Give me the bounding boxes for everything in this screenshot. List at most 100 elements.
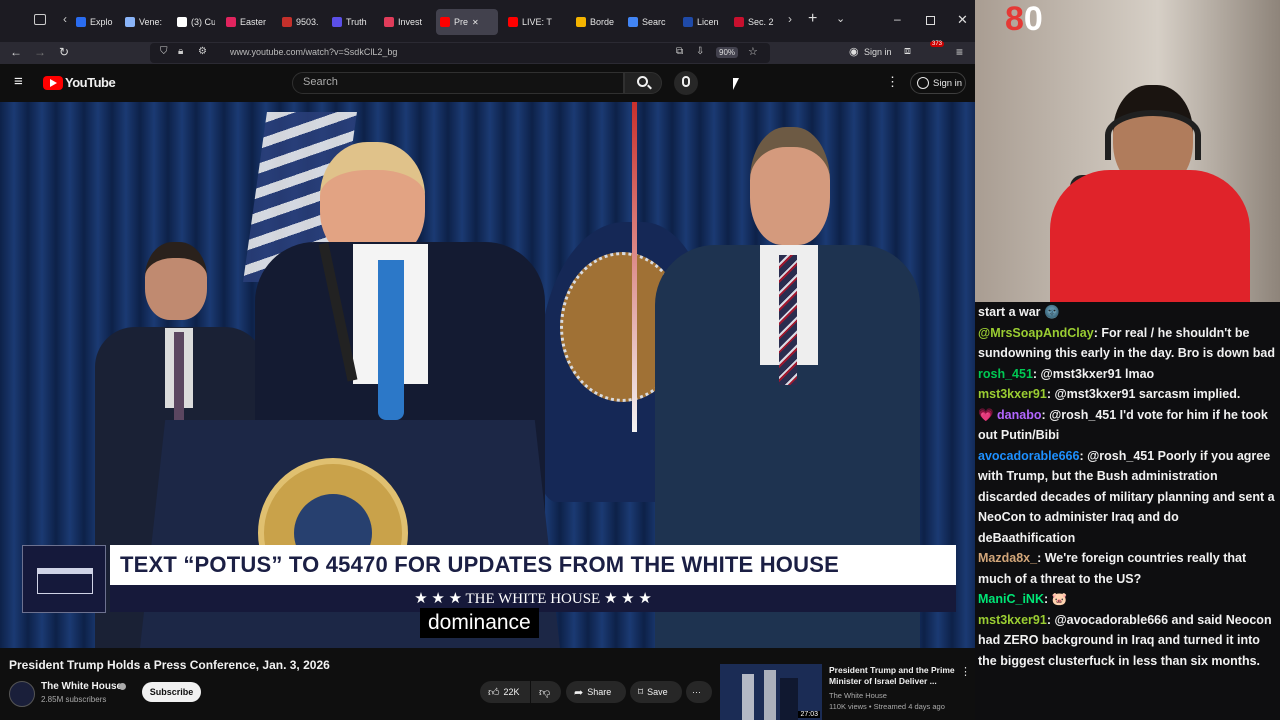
- browser-tab[interactable]: Truth: [328, 9, 374, 35]
- tab-favicon-icon: [384, 17, 394, 27]
- account-icon[interactable]: ◉: [849, 45, 859, 58]
- share-button[interactable]: ➦ Share: [566, 681, 626, 703]
- tab-favicon-icon: [628, 17, 638, 27]
- user-circle-icon: [917, 77, 929, 89]
- search-input[interactable]: Search: [292, 72, 624, 94]
- download-icon[interactable]: ⇩: [696, 46, 704, 57]
- video-title: President Trump Holds a Press Conference…: [9, 658, 330, 672]
- channel-avatar[interactable]: [9, 681, 35, 707]
- youtube-signin-button[interactable]: Sign in: [910, 72, 966, 94]
- chat-username[interactable]: Mazda8x_: [978, 551, 1037, 565]
- new-tab-icon[interactable]: +: [808, 10, 817, 28]
- tab-label: Explo: [90, 17, 113, 27]
- tab-label: Searc: [642, 17, 666, 27]
- tab-favicon-icon: [440, 17, 450, 27]
- chat-username[interactable]: avocadorable666: [978, 449, 1079, 463]
- browser-tab-strip: ‹ Explo Vene: (3) Cu Easter 9503. Truth Invest…: [0, 0, 975, 42]
- tab-overview-icon[interactable]: [34, 14, 46, 25]
- chat-message: 💗 danabo: @rosh_451 I'd vote for him if …: [978, 405, 1277, 446]
- close-window-icon[interactable]: ✕: [957, 12, 968, 28]
- maximize-icon[interactable]: [926, 16, 935, 25]
- permissions-icon[interactable]: ⚙: [198, 46, 207, 57]
- recommended-stats: 110K views • Streamed 4 days ago: [829, 702, 945, 711]
- forward-icon[interactable]: →: [34, 45, 46, 59]
- browser-tab[interactable]: Licen: [679, 9, 723, 35]
- search-button[interactable]: [624, 72, 662, 94]
- bookmark-star-icon[interactable]: ☆: [748, 45, 758, 58]
- browser-tab[interactable]: Sec. 2: [730, 9, 774, 35]
- tab-favicon-icon: [76, 17, 86, 27]
- mouse-cursor-icon: [733, 78, 739, 90]
- browser-tab[interactable]: 9503.: [278, 9, 322, 35]
- like-button[interactable]: 👍︎ 22K: [480, 681, 530, 703]
- subscriber-count: 2.85M subscribers: [41, 695, 107, 704]
- tab-favicon-icon: [508, 17, 518, 27]
- video-info-section: President Trump Holds a Press Conference…: [0, 648, 975, 720]
- video-player[interactable]: TEXT “POTUS” TO 45470 FOR UPDATES FROM T…: [0, 102, 975, 648]
- recommended-title[interactable]: President Trump and the Prime Minister o…: [829, 665, 955, 687]
- tab-list-chevron-icon[interactable]: ⌄: [836, 12, 845, 25]
- browser-tab[interactable]: Explo: [72, 9, 114, 35]
- tabs-scroll-right-icon[interactable]: ›: [788, 12, 792, 26]
- youtube-logo-icon[interactable]: [43, 76, 63, 90]
- subscribe-button[interactable]: Subscribe: [142, 682, 201, 702]
- shield-icon[interactable]: ⛉: [160, 46, 168, 57]
- tab-label: Easter: [240, 17, 267, 27]
- browser-tab[interactable]: LIVE: T: [504, 9, 566, 35]
- hamburger-menu-icon[interactable]: ≡: [14, 73, 23, 90]
- video-caption: dominance: [420, 608, 539, 638]
- minimize-icon[interactable]: –: [894, 12, 901, 26]
- tab-label: (3) Cu: [191, 17, 215, 27]
- tabs-scroll-left-icon[interactable]: ‹: [63, 12, 67, 26]
- youtube-logo-text[interactable]: YouTube: [65, 75, 116, 90]
- browser-tab[interactable]: Pre ✕: [436, 9, 498, 35]
- browser-tab[interactable]: Searc: [624, 9, 674, 35]
- voice-search-button[interactable]: [674, 71, 698, 95]
- address-bar[interactable]: ⛉ 🔒︎ ⚙ www.youtube.com/watch?v=SsdkClL2_…: [150, 43, 770, 63]
- chat-message: ManiC_iNK: 🐷: [978, 589, 1277, 610]
- save-button[interactable]: ⌑ Save: [630, 681, 682, 703]
- more-actions-label: ···: [692, 687, 701, 697]
- chat-message: rosh_451: @mst3kxer91 lmao: [978, 364, 1277, 385]
- chat-username[interactable]: mst3kxer91: [978, 387, 1047, 401]
- browser-tab[interactable]: Borde: [572, 9, 618, 35]
- streamer-webcam: 80: [975, 0, 1280, 302]
- recommended-thumbnail[interactable]: 27:03: [720, 664, 822, 720]
- lock-icon[interactable]: 🔒︎: [178, 46, 183, 57]
- extension-badge[interactable]: 373: [930, 41, 945, 47]
- menu-icon[interactable]: ≡: [956, 45, 963, 59]
- browser-tab[interactable]: Easter: [222, 9, 272, 35]
- chat-username[interactable]: ManiC_iNK: [978, 592, 1044, 606]
- browser-tab[interactable]: (3) Cu: [173, 9, 215, 35]
- tab-label: Truth: [346, 17, 367, 27]
- chat-message: Mazda8x_: We're foreign countries really…: [978, 548, 1277, 589]
- back-icon[interactable]: ←: [10, 45, 22, 59]
- dislike-button[interactable]: 👎︎: [531, 681, 561, 703]
- chat-username[interactable]: @MrsSoapAndClay: [978, 326, 1094, 340]
- recommended-more-icon[interactable]: ⋮: [960, 665, 971, 678]
- tab-close-icon[interactable]: ✕: [472, 18, 479, 27]
- chat-text: : @mst3kxer91 sarcasm implied.: [1046, 387, 1241, 401]
- browser-tab[interactable]: Vene:: [121, 9, 165, 35]
- zoom-level[interactable]: 90%: [716, 47, 739, 58]
- video-duration: 27:03: [798, 711, 820, 718]
- extensions-icon[interactable]: ⧈: [904, 45, 911, 58]
- chat-username[interactable]: 💗 danabo: [978, 408, 1041, 422]
- tab-favicon-icon: [683, 17, 693, 27]
- pip-icon[interactable]: ⧉: [676, 46, 683, 57]
- thumbs-down-icon: 👎︎: [539, 686, 551, 699]
- more-options-icon[interactable]: ⋮: [886, 74, 899, 90]
- chat-message: start a war 🌚: [978, 302, 1277, 323]
- browser-tab[interactable]: Invest: [380, 9, 428, 35]
- reload-icon[interactable]: ↻: [59, 45, 69, 59]
- chat-username[interactable]: mst3kxer91: [978, 613, 1047, 627]
- browser-signin-label[interactable]: Sign in: [864, 47, 892, 57]
- stream-chat: start a war 🌚 @MrsSoapAndClay: For real /…: [975, 302, 1280, 720]
- white-house-logo-icon: [22, 545, 106, 613]
- url-text[interactable]: www.youtube.com/watch?v=SsdkClL2_bg: [230, 47, 397, 57]
- youtube-header: ≡ YouTube Search ⋮ Sign in: [0, 64, 975, 102]
- more-actions-button[interactable]: ···: [686, 681, 712, 703]
- chat-username[interactable]: rosh_451: [978, 367, 1033, 381]
- tab-label: LIVE: T: [522, 17, 552, 27]
- channel-name[interactable]: The White House: [41, 681, 122, 692]
